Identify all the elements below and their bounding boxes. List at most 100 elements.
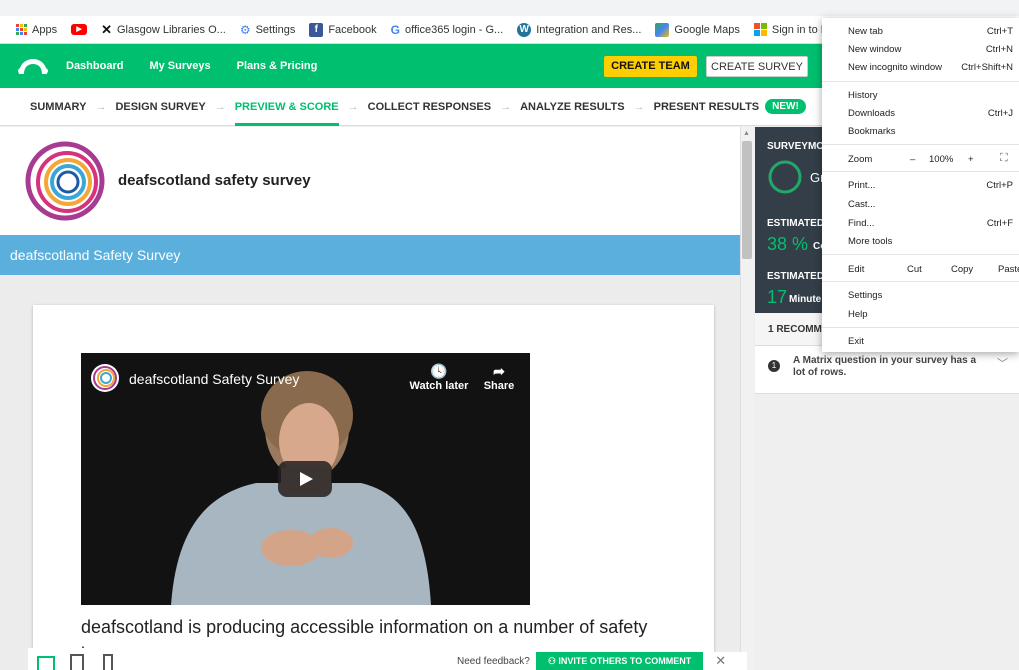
zoom-level: 100% [929,154,954,165]
menu-separator [822,327,1019,328]
bookmark-youtube[interactable]: ▶ [71,24,88,35]
apps-grid-icon [16,24,27,35]
recommendation-item[interactable]: 1 A Matrix question in your survey has a… [755,346,1019,394]
bookmark-integration[interactable]: W Integration and Res... [517,22,642,37]
step-analyze-results[interactable]: ANALYZE RESULTS [520,101,625,113]
menu-new-window[interactable]: New window [848,44,901,55]
nav-dashboard[interactable]: Dashboard [66,60,123,72]
watch-later-button[interactable]: 🕓 Watch later [409,363,469,392]
nav-plans-pricing[interactable]: Plans & Pricing [237,60,318,72]
menu-separator [822,144,1019,145]
share-label: Share [483,380,515,392]
bookmark-label: Settings [255,23,296,36]
bookmark-google-maps[interactable]: Google Maps [655,22,740,37]
invite-label: INVITE OTHERS TO COMMENT [558,656,692,666]
shortcut-print: Ctrl+P [986,180,1013,191]
nav-my-surveys[interactable]: My Surveys [149,60,210,72]
survey-header [0,127,740,235]
completion-rate-value: 38 % [767,234,809,254]
menu-downloads[interactable]: Downloads [848,108,895,119]
gear-icon: ⚙ [239,22,251,37]
chevron-down-icon[interactable]: ﹀ [997,355,1008,371]
facebook-icon: f [309,22,324,37]
score-heading: SURVEYMO [767,141,825,152]
desktop-view-icon[interactable] [37,656,55,670]
menu-copy[interactable]: Copy [951,264,973,275]
menu-help[interactable]: Help [848,309,868,320]
bookmark-glasgow[interactable]: ✕ Glasgow Libraries O... [101,22,226,38]
step-collect-responses[interactable]: COLLECT RESPONSES [368,101,491,113]
play-button[interactable] [278,461,332,497]
bookmark-facebook[interactable]: f Facebook [309,22,377,37]
menu-settings[interactable]: Settings [848,290,882,301]
menu-separator [822,81,1019,82]
step-summary[interactable]: SUMMARY [30,101,86,113]
watch-later-label: Watch later [409,380,469,392]
channel-logo-icon[interactable] [90,363,120,393]
share-arrow-icon: ➦ [493,363,505,379]
menu-paste[interactable]: Paste [998,264,1019,275]
menu-zoom-label: Zoom [848,154,873,165]
menu-exit[interactable]: Exit [848,336,864,347]
bookmark-settings[interactable]: ⚙ Settings [240,23,296,37]
zoom-out-button[interactable]: – [910,154,915,165]
menu-new-tab[interactable]: New tab [848,26,883,37]
bookmark-apps[interactable]: Apps [16,24,57,36]
invite-others-button[interactable]: ⚇ INVITE OTHERS TO COMMENT [535,652,704,670]
bookmark-label: Apps [32,23,58,36]
shortcut-new-tab: Ctrl+T [986,26,1013,37]
feedback-label: Need feedback? [457,655,530,667]
google-g-icon: G [390,22,400,37]
scroll-up-arrow-icon[interactable]: ▲ [743,130,750,137]
clock-icon: 🕓 [430,363,448,379]
score-ring-icon [768,160,802,194]
youtube-icon: ▶ [71,24,88,35]
recommendation-text: A Matrix question in your survey has a l… [793,355,977,378]
menu-more-tools[interactable]: More tools [848,236,892,247]
bookmark-label: Integration and Res... [536,23,642,36]
create-team-button[interactable]: CREATE TEAM [604,56,697,77]
recommendation-number-icon: 1 [768,360,780,372]
share-button[interactable]: ➦ Share [479,363,519,392]
menu-separator [822,254,1019,255]
surveymonkey-logo-icon[interactable] [16,56,50,76]
scrollbar-thumb[interactable] [742,141,752,259]
bookmark-label: Google Maps [674,23,740,36]
time-unit: Minute [789,294,822,305]
feedback-bar: Need feedback? ⚇ INVITE OTHERS TO COMMEN… [447,652,747,670]
step-preview-score[interactable]: PREVIEW & SCORE [234,101,339,126]
fullscreen-icon[interactable]: ⛶ [1000,152,1008,165]
menu-cut[interactable]: Cut [907,264,922,275]
menu-find[interactable]: Find... [848,218,874,229]
wordpress-icon: W [517,22,532,37]
microsoft-icon [753,23,767,36]
close-icon[interactable]: ✕ [715,653,726,669]
new-badge: NEW! [765,99,806,114]
shortcut-new-window: Ctrl+N [985,44,1013,55]
video-title[interactable]: deafscotland Safety Survey [129,371,299,387]
step-design-survey[interactable]: DESIGN SURVEY [115,101,205,113]
shortcut-incognito: Ctrl+Shift+N [961,62,1013,73]
arrow-right-icon: → [95,100,107,113]
menu-bookmarks[interactable]: Bookmarks [848,126,896,137]
menu-new-incognito[interactable]: New incognito window [848,62,942,73]
estimated-completion-heading: ESTIMATED [767,218,825,229]
menu-edit-label: Edit [848,264,865,275]
menu-history[interactable]: History [848,90,878,101]
bookmark-label: Glasgow Libraries O... [116,23,226,36]
bookmark-office365[interactable]: G office365 login - G... [391,23,504,37]
maps-pin-icon [655,22,670,37]
tablet-view-icon[interactable] [70,654,84,670]
step-present-results[interactable]: PRESENT RESULTS [654,101,760,113]
glasgow-x-icon: ✕ [101,21,112,37]
menu-print[interactable]: Print... [848,180,875,191]
phone-view-icon[interactable] [103,654,113,670]
shortcut-find: Ctrl+F [986,218,1013,229]
add-person-icon: ⚇ [547,656,559,666]
video-player[interactable]: deafscotland Safety Survey 🕓 Watch later… [81,353,530,605]
browser-menu: New tab Ctrl+T New window Ctrl+N New inc… [822,18,1019,352]
menu-cast[interactable]: Cast... [848,199,875,210]
create-survey-button[interactable]: CREATE SURVEY [706,56,808,77]
bookmark-label: office365 login - G... [404,23,504,36]
zoom-in-button[interactable]: + [968,154,974,165]
